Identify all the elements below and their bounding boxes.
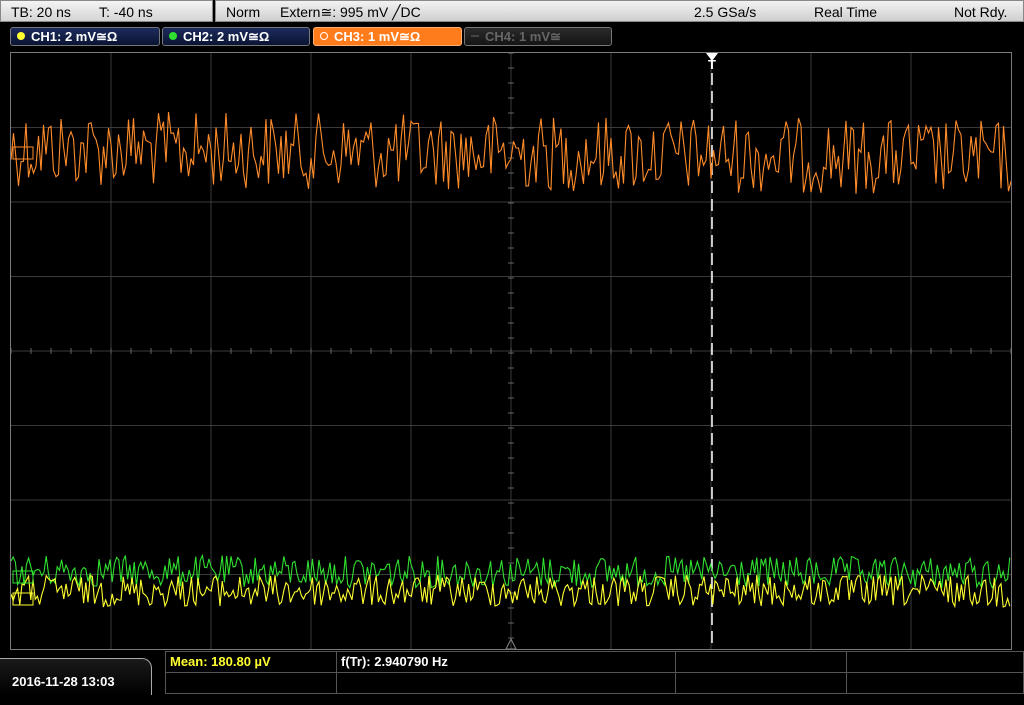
timebase-box[interactable]: TB: 20 ns T: -40 ns	[0, 0, 213, 22]
freq-value: f(Tr): 2.940790 Hz	[341, 654, 448, 669]
trigger-mode: Norm	[226, 4, 261, 20]
datetime-label: 2016-11-28 13:03	[12, 674, 115, 689]
ch3-dot-icon	[320, 32, 328, 40]
trigger-status: Not Rdy.	[954, 4, 1008, 20]
ch4-dash-icon	[471, 35, 479, 37]
ch2-label: CH2: 2 mV≅Ω	[183, 29, 270, 44]
mean-cell[interactable]: Mean: 180.80 µV	[165, 651, 337, 673]
ch2-button[interactable]: CH2: 2 mV≅Ω	[162, 27, 310, 46]
ch3-label: CH3: 1 mV≅Ω	[334, 29, 421, 44]
trigger-marker[interactable]: T	[704, 51, 720, 77]
top-status-bar: TB: 20 ns T: -40 ns Norm Extern≅: 995 mV…	[0, 0, 1024, 24]
timebase-label: TB: 20 ns	[11, 4, 71, 20]
channel-button-row: CH1: 2 mV≅Ω CH2: 2 mV≅Ω CH3: 1 mV≅Ω CH4:…	[0, 24, 1024, 48]
trigger-offset-label: T: -40 ns	[99, 4, 153, 20]
ch4-button[interactable]: CH4: 1 mV≅	[464, 27, 612, 46]
empty-cell-5	[675, 672, 847, 694]
ch4-label: CH4: 1 mV≅	[485, 29, 561, 44]
acquisition-mode: Real Time	[814, 4, 878, 20]
empty-cell-2	[846, 651, 1024, 673]
measurement-table: Mean: 180.80 µV f(Tr): 2.940790 Hz	[165, 650, 1024, 695]
ch1-trace	[10, 573, 1011, 609]
sample-rate: 2.5 GSa/s	[694, 4, 757, 20]
ch3-button[interactable]: CH3: 1 mV≅Ω	[313, 27, 462, 46]
waveform-display[interactable]: T	[10, 52, 1012, 650]
graticule-grid	[10, 52, 1012, 650]
empty-cell-3	[165, 672, 337, 694]
trigger-source: Extern≅: 995 mV ╱DC	[280, 4, 421, 20]
trigger-arrow-icon	[706, 53, 718, 61]
empty-cell-1	[675, 651, 847, 673]
trigger-bar[interactable]: Norm Extern≅: 995 mV ╱DC 2.5 GSa/s Real …	[215, 0, 1024, 22]
ch1-label: CH1: 2 mV≅Ω	[31, 29, 118, 44]
empty-cell-6	[846, 672, 1024, 694]
empty-cell-4	[336, 672, 676, 694]
freq-cell[interactable]: f(Tr): 2.940790 Hz	[336, 651, 676, 673]
ch2-dot-icon	[169, 32, 177, 40]
waveform-svg	[10, 52, 1012, 650]
ch1-dot-icon	[17, 32, 25, 40]
channel-markers	[12, 146, 34, 606]
ch2-trace	[10, 553, 1011, 589]
mean-value: Mean: 180.80 µV	[170, 654, 271, 669]
datetime-box: 2016-11-28 13:03	[0, 658, 152, 695]
ch1-button[interactable]: CH1: 2 mV≅Ω	[10, 27, 160, 46]
bottom-bar: 2016-11-28 13:03 Mean: 180.80 µV f(Tr): …	[0, 650, 1024, 695]
